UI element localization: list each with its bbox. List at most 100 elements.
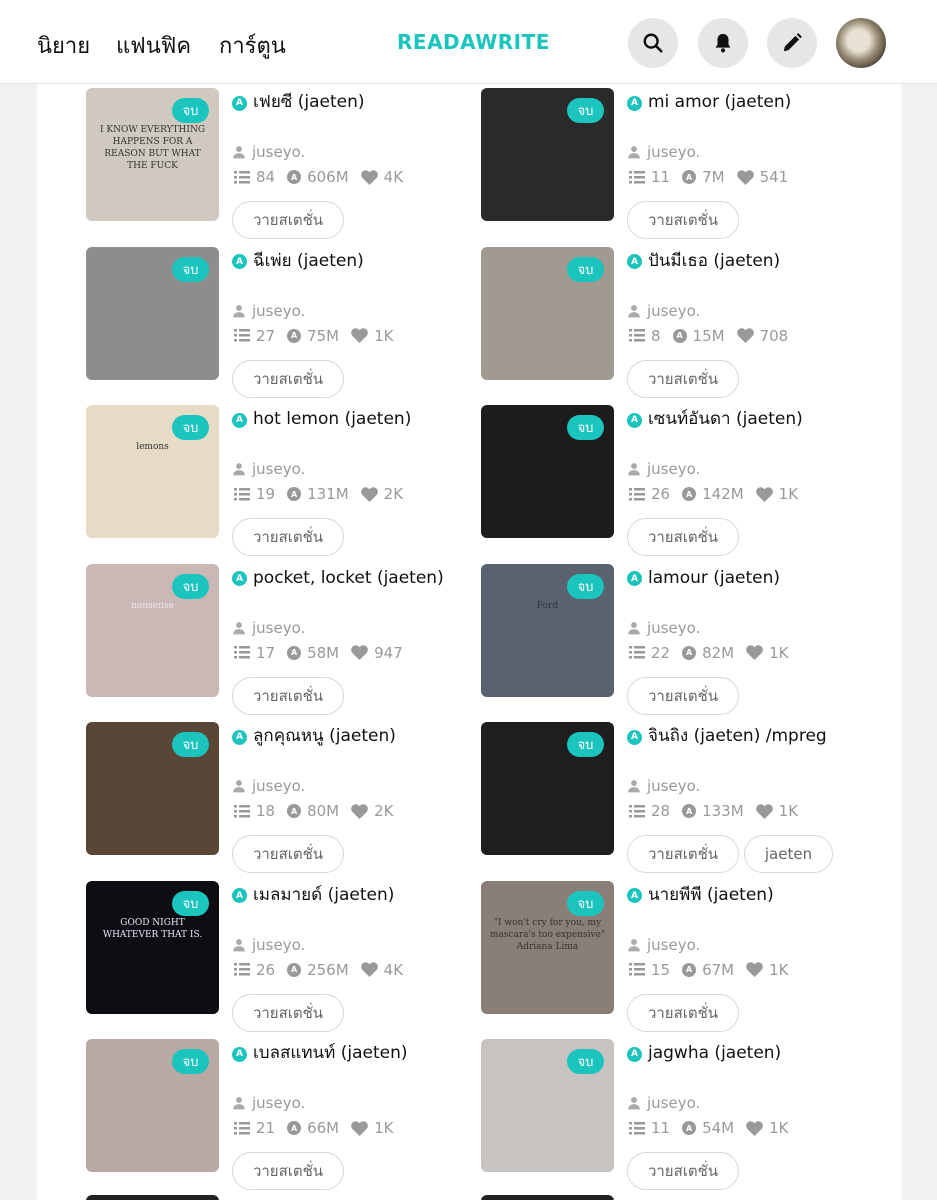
story-title-text[interactable]: lamour (jaeten) xyxy=(648,568,780,588)
story-card[interactable]: จบ A เซนท์อันดา (jaeten) juseyo. 26 A 142M 1K วา… xyxy=(481,405,881,556)
story-title-text[interactable]: ฉีเพ่ย (jaeten) xyxy=(253,251,364,271)
author-name[interactable]: juseyo. xyxy=(647,936,700,954)
story-cover-image[interactable]: GOOD NIGHT WHATEVER THAT IS. จบ xyxy=(86,880,219,1014)
category-tag[interactable]: วายสเตชั่น xyxy=(627,1152,739,1190)
story-card[interactable]: จบ A เบลสแทนท์ (jaeten) juseyo. 21 A 66M 1K วายส… xyxy=(86,1039,486,1190)
story-cover-image[interactable] xyxy=(86,1195,219,1200)
author-row[interactable]: juseyo. xyxy=(232,1094,305,1112)
author-row[interactable]: juseyo. xyxy=(232,143,305,161)
story-title-text[interactable]: นายพีพี (jaeten) xyxy=(648,885,774,905)
author-row[interactable]: juseyo. xyxy=(232,936,305,954)
search-button[interactable] xyxy=(628,18,678,68)
story-title[interactable]: Ajagwha (jaeten) xyxy=(627,1041,877,1065)
author-row[interactable]: juseyo. xyxy=(232,302,305,320)
author-name[interactable]: juseyo. xyxy=(647,619,700,637)
story-title[interactable]: Alamour (jaeten) xyxy=(627,566,877,590)
author-name[interactable]: juseyo. xyxy=(647,777,700,795)
story-title-text[interactable]: เฟยซี (jaeten) xyxy=(253,92,365,112)
author-name[interactable]: juseyo. xyxy=(647,1094,700,1112)
story-card[interactable]: จบ Ami amor (jaeten) juseyo. 11 A 7M 541 วายสเต… xyxy=(481,88,881,239)
category-tag[interactable]: วายสเตชั่น xyxy=(232,201,344,239)
story-card[interactable]: จบ A ฉีเพ่ย (jaeten) juseyo. 27 A 75M 1K วายสเตช… xyxy=(86,246,486,398)
story-title[interactable]: A ฉีเพ่ย (jaeten) xyxy=(232,249,482,273)
author-row[interactable]: juseyo. xyxy=(627,302,700,320)
author-name[interactable]: juseyo. xyxy=(647,143,700,161)
author-row[interactable]: juseyo. xyxy=(627,619,700,637)
author-name[interactable]: juseyo. xyxy=(647,460,700,478)
story-title[interactable]: A นายพีพี (jaeten) xyxy=(627,883,877,907)
author-name[interactable]: juseyo. xyxy=(647,302,700,320)
author-row[interactable]: juseyo. xyxy=(627,1094,700,1112)
story-title[interactable]: A ปันมีเธอ (jaeten) xyxy=(627,249,877,273)
author-row[interactable]: juseyo. xyxy=(627,460,700,478)
category-tag[interactable]: วายสเตชั่น xyxy=(232,993,344,1032)
story-title[interactable]: A เมลมายด์ (jaeten) xyxy=(232,883,482,907)
story-cover-image[interactable]: จบ xyxy=(481,246,614,380)
category-tag[interactable]: วายสเตชั่น xyxy=(232,676,344,715)
story-card[interactable]: "I won't cry for you, my mascara's too e… xyxy=(481,880,881,1032)
story-title[interactable]: Ahot lemon (jaeten) xyxy=(232,407,482,431)
story-card[interactable]: I KNOW EVERYTHING HAPPENS FOR A REASON B… xyxy=(86,88,486,239)
story-card[interactable]: จบ Ajagwha (jaeten) juseyo. 11 A 54M 1K วายสเตช… xyxy=(481,1039,881,1190)
story-card[interactable]: nonsense จบ Apocket, locket (jaeten) juseyo… xyxy=(86,563,486,715)
story-card[interactable]: Ford จบ Alamour (jaeten) juseyo. 22 A 82M 1K วาย… xyxy=(481,563,881,715)
story-title-text[interactable]: mi amor (jaeten) xyxy=(648,92,791,112)
category-tag[interactable]: วายสเตชั่น xyxy=(627,993,739,1032)
story-title-text[interactable]: จินถิง (jaeten) /mpreg xyxy=(648,726,827,746)
story-cover-image[interactable]: จบ xyxy=(86,722,219,855)
author-name[interactable]: juseyo. xyxy=(252,1094,305,1112)
author-row[interactable]: juseyo. xyxy=(627,777,700,795)
user-avatar[interactable] xyxy=(836,18,886,68)
story-cover-image[interactable]: nonsense จบ xyxy=(86,563,219,697)
nav-novels[interactable]: นิยาย xyxy=(37,28,90,63)
category-tag[interactable]: วายสเตชั่น xyxy=(232,359,344,398)
story-title-text[interactable]: hot lemon (jaeten) xyxy=(253,409,411,429)
story-cover-image[interactable]: จบ xyxy=(481,405,614,538)
story-title[interactable]: A เบลสแทนท์ (jaeten) xyxy=(232,1041,482,1065)
author-name[interactable]: juseyo. xyxy=(252,936,305,954)
story-title[interactable]: A จินถิง (jaeten) /mpreg xyxy=(627,724,877,748)
author-name[interactable]: juseyo. xyxy=(252,460,305,478)
write-button[interactable] xyxy=(767,18,817,68)
story-title[interactable]: Ami amor (jaeten) xyxy=(627,90,877,114)
category-tag[interactable]: วายสเตชั่น xyxy=(627,359,739,398)
category-tag[interactable]: วายสเตชั่น xyxy=(627,676,739,715)
readawrite-logo[interactable]: READAWRITE xyxy=(397,30,550,54)
story-title-text[interactable]: ลูกคุณหนู (jaeten) xyxy=(253,726,396,746)
story-title-text[interactable]: jagwha (jaeten) xyxy=(648,1043,781,1063)
author-row[interactable]: juseyo. xyxy=(627,936,700,954)
story-title-text[interactable]: เบลสแทนท์ (jaeten) xyxy=(253,1043,408,1063)
category-tag[interactable]: วายสเตชั่น xyxy=(232,835,344,873)
category-tag[interactable]: วายสเตชั่น xyxy=(627,835,739,873)
story-title-text[interactable]: ปันมีเธอ (jaeten) xyxy=(648,251,780,271)
author-row[interactable]: juseyo. xyxy=(232,777,305,795)
story-title[interactable]: A เซนท์อันดา (jaeten) xyxy=(627,407,877,431)
author-name[interactable]: juseyo. xyxy=(252,143,305,161)
notifications-button[interactable] xyxy=(698,18,748,68)
story-cover-image[interactable]: Ford จบ xyxy=(481,563,614,697)
nav-cartoon[interactable]: การ์ตูน xyxy=(219,28,286,63)
story-card[interactable]: จบ A ลูกคุณหนู (jaeten) juseyo. 18 A 80M 2K วายส… xyxy=(86,722,486,873)
keyword-tag[interactable]: jaeten xyxy=(744,835,833,873)
story-title[interactable]: A เฟยซี (jaeten) xyxy=(232,90,482,114)
story-cover-image[interactable]: จบ xyxy=(86,1039,219,1172)
category-tag[interactable]: วายสเตชั่น xyxy=(232,1152,344,1190)
story-title[interactable]: Apocket, locket (jaeten) xyxy=(232,566,482,590)
story-card[interactable]: จบ A ปันมีเธอ (jaeten) juseyo. 8 A 15M 708 วายสเ… xyxy=(481,246,881,398)
story-title-text[interactable]: เซนท์อันดา (jaeten) xyxy=(648,409,803,429)
story-cover-image[interactable]: จบ xyxy=(481,1039,614,1172)
nav-fanfic[interactable]: แฟนฟิค xyxy=(116,28,191,63)
story-title-text[interactable]: pocket, locket (jaeten) xyxy=(253,568,444,588)
story-cover-image[interactable]: จบ xyxy=(86,246,219,380)
category-tag[interactable]: วายสเตชั่น xyxy=(627,518,739,556)
story-cover-image[interactable]: lemons จบ xyxy=(86,405,219,538)
category-tag[interactable]: วายสเตชั่น xyxy=(627,201,739,239)
story-card[interactable]: จบ A จินถิง (jaeten) /mpreg juseyo. 28 A 133M 1… xyxy=(481,722,881,873)
author-name[interactable]: juseyo. xyxy=(252,777,305,795)
story-cover-image[interactable]: I KNOW EVERYTHING HAPPENS FOR A REASON B… xyxy=(86,88,219,221)
author-name[interactable]: juseyo. xyxy=(252,619,305,637)
story-cover-image[interactable]: จบ xyxy=(481,88,614,221)
author-row[interactable]: juseyo. xyxy=(232,460,305,478)
story-title[interactable]: A ลูกคุณหนู (jaeten) xyxy=(232,724,482,748)
story-card[interactable]: lemons จบ Ahot lemon (jaeten) juseyo. 19 A 131… xyxy=(86,405,486,556)
